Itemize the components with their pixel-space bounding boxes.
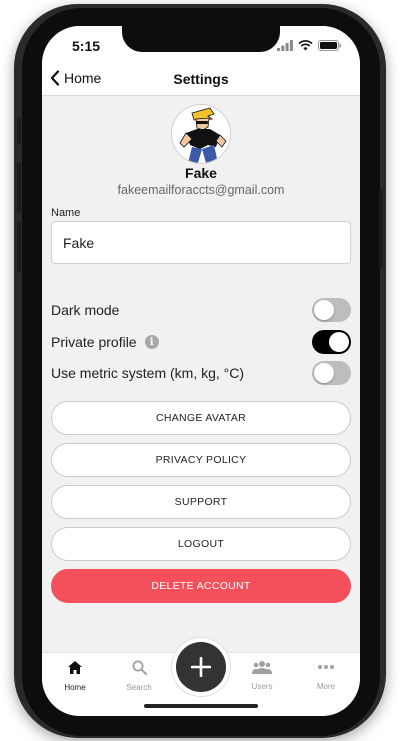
tab-bar: Home Search Users More <box>42 637 360 716</box>
status-icons <box>277 40 342 51</box>
toggle-knob <box>314 363 334 383</box>
profile-name: Fake <box>185 165 217 181</box>
tab-more[interactable]: More <box>301 660 351 691</box>
signal-icon <box>277 40 293 51</box>
add-button[interactable] <box>176 642 226 692</box>
toggle-knob <box>329 332 349 352</box>
tab-search[interactable]: Search <box>114 660 164 692</box>
power-button <box>379 190 383 268</box>
metric-system-label: Use metric system (km, kg, °C) <box>51 365 245 381</box>
dark-mode-toggle[interactable] <box>312 298 351 322</box>
tab-more-label: More <box>316 682 336 691</box>
plus-icon <box>191 657 211 677</box>
name-input[interactable] <box>51 221 351 264</box>
home-icon <box>68 661 82 674</box>
metric-system-toggle[interactable] <box>312 361 351 385</box>
search-icon <box>132 660 147 675</box>
mute-switch <box>17 118 21 144</box>
status-bar: 5:15 <box>42 26 360 66</box>
cartoon-avatar-image <box>172 105 230 163</box>
app-screen: 5:15 Home Settings Fake fakeemailforacct… <box>42 26 360 716</box>
logout-button[interactable]: LOGOUT <box>51 527 351 561</box>
more-icon <box>318 665 334 669</box>
tab-search-label: Search <box>126 683 152 692</box>
tab-home-label: Home <box>64 683 86 692</box>
status-time: 5:15 <box>72 38 101 54</box>
wifi-icon <box>298 40 313 51</box>
dark-mode-label: Dark mode <box>51 302 120 318</box>
nav-bar: Home Settings <box>42 66 360 96</box>
tab-home[interactable]: Home <box>50 660 100 692</box>
volume-up-button <box>17 162 21 212</box>
volume-down-button <box>17 222 21 272</box>
info-icon[interactable]: i <box>144 335 159 349</box>
toggle-knob <box>314 300 334 320</box>
dark-mode-row: Dark mode <box>51 298 351 322</box>
users-icon <box>252 661 272 674</box>
private-profile-row: Private profile i <box>51 330 351 354</box>
page-title: Settings <box>173 71 229 87</box>
notch <box>122 26 280 52</box>
battery-icon <box>318 40 342 51</box>
profile-email: fakeemailforaccts@gmail.com <box>117 183 285 197</box>
support-button[interactable]: SUPPORT <box>51 485 351 519</box>
delete-account-button[interactable]: DELETE ACCOUNT <box>51 569 351 603</box>
metric-system-row: Use metric system (km, kg, °C) <box>51 361 351 385</box>
privacy-policy-button[interactable]: PRIVACY POLICY <box>51 443 351 477</box>
tab-users[interactable]: Users <box>237 660 287 691</box>
name-field-label: Name <box>51 207 81 219</box>
tab-users-label: Users <box>251 682 273 691</box>
home-indicator <box>144 704 258 708</box>
private-profile-toggle[interactable] <box>312 330 351 354</box>
private-profile-label: Private profile <box>51 334 137 350</box>
change-avatar-button[interactable]: CHANGE AVATAR <box>51 401 351 435</box>
avatar <box>171 104 231 164</box>
